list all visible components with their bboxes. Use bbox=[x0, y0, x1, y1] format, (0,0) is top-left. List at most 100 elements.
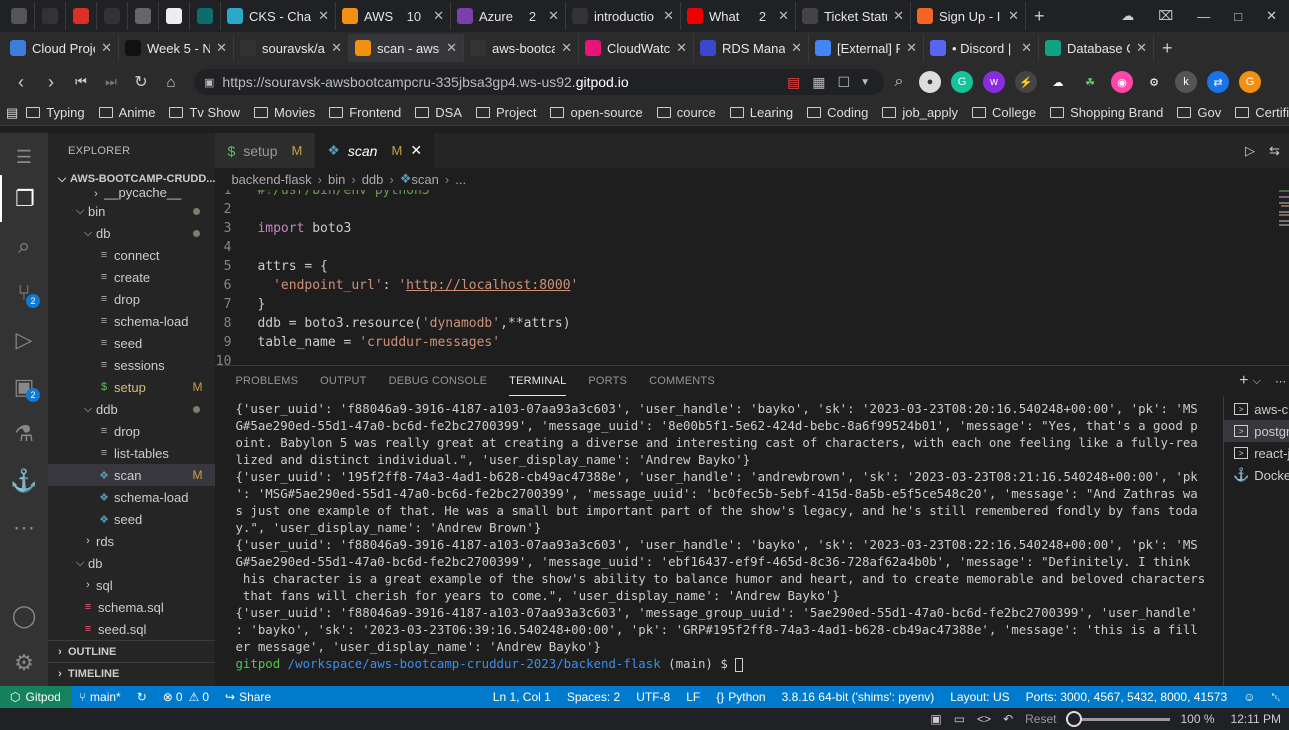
breadcrumb-item[interactable]: scan bbox=[411, 172, 438, 187]
testing-icon[interactable]: ⚗ bbox=[0, 410, 48, 457]
bookmark-folder[interactable]: open-source bbox=[550, 105, 643, 120]
bookmark-icon[interactable]: ☐ bbox=[838, 74, 851, 91]
tree-item-seed[interactable]: ≡ seed bbox=[48, 332, 215, 354]
browser-tab[interactable]: Ticket Statu ✕ bbox=[796, 2, 911, 30]
maximize-icon[interactable]: □ bbox=[1234, 9, 1242, 24]
close-icon[interactable]: ✕ bbox=[893, 8, 904, 24]
menu-icon[interactable]: ☰ bbox=[0, 139, 48, 175]
problems-status[interactable]: ⊗ 0 ⚠ 0 bbox=[155, 690, 217, 704]
breadcrumb-item[interactable]: bin bbox=[328, 172, 345, 187]
python-interpreter[interactable]: 3.8.16 64-bit ('shims': pyenv) bbox=[774, 690, 943, 704]
tab-problems[interactable]: PROBLEMS bbox=[235, 366, 298, 396]
tab-terminal[interactable]: TERMINAL bbox=[509, 366, 567, 396]
extension-g-icon[interactable]: G bbox=[1239, 71, 1261, 93]
share-button[interactable]: ↪ Share bbox=[217, 690, 279, 704]
qr-icon[interactable]: ▦ bbox=[812, 74, 825, 91]
tree-item-sessions[interactable]: ≡ sessions bbox=[48, 354, 215, 376]
grammarly-icon[interactable]: G bbox=[951, 71, 973, 93]
home-icon[interactable]: ⌂ bbox=[156, 74, 186, 91]
extension-bolt-icon[interactable]: ⚡ bbox=[1015, 71, 1037, 93]
close-icon[interactable]: ✕ bbox=[778, 8, 789, 24]
more-icon[interactable]: ⋯ bbox=[0, 504, 48, 551]
browser-tab[interactable]: Database Co ✕ bbox=[1039, 34, 1154, 62]
ports-status[interactable]: Ports: 3000, 4567, 5432, 8000, 41573 bbox=[1018, 690, 1236, 704]
compare-icon[interactable]: ⇆ bbox=[1269, 143, 1280, 159]
code-icon[interactable]: <> bbox=[977, 712, 991, 726]
skip-back-icon[interactable]: ⏮ bbox=[66, 74, 96, 90]
trash-icon[interactable]: ⌧ bbox=[1158, 8, 1173, 24]
window-icon[interactable]: ▭ bbox=[954, 712, 965, 726]
terminal-output[interactable]: {'user_uuid': 'f88046a9-3916-4187-a103-0… bbox=[215, 396, 1223, 686]
run-debug-icon[interactable]: ▷ bbox=[0, 316, 48, 363]
sync-icon[interactable]: ↻ bbox=[129, 690, 155, 704]
zoom-slider-handle[interactable] bbox=[1066, 710, 1083, 727]
code-editor[interactable]: 1 #!/usr/bin/env python3 2 3 import boto3 4 5 a… bbox=[215, 190, 1289, 365]
run-icon[interactable]: ▷ bbox=[1245, 143, 1255, 159]
tab-debug-console[interactable]: DEBUG CONSOLE bbox=[389, 366, 488, 396]
reset-button[interactable]: Reset bbox=[1025, 712, 1056, 726]
docker-icon[interactable]: ⚓ bbox=[0, 457, 48, 504]
zoom-slider[interactable] bbox=[1066, 710, 1171, 727]
browser-tab[interactable] bbox=[35, 2, 66, 30]
extension-leaf-icon[interactable]: ☘ bbox=[1079, 71, 1101, 93]
bookmark-folder[interactable]: Shopping Brand bbox=[1050, 105, 1163, 120]
close-icon[interactable]: ✕ bbox=[791, 40, 802, 56]
eol[interactable]: LF bbox=[678, 690, 708, 704]
tree-item-scan[interactable]: ❖ scan M bbox=[48, 464, 216, 486]
keyboard-layout[interactable]: Layout: US bbox=[942, 690, 1017, 704]
close-icon[interactable]: ✕ bbox=[101, 40, 112, 56]
more-actions-icon[interactable]: ⋯ bbox=[1275, 375, 1286, 388]
tree-item--pycache-[interactable]: › __pycache__ bbox=[48, 186, 215, 200]
indentation[interactable]: Spaces: 2 bbox=[559, 690, 628, 704]
tree-item-drop[interactable]: ≡ drop bbox=[48, 420, 215, 442]
bookmark-folder[interactable]: Learing bbox=[729, 105, 793, 120]
browser-tab[interactable]: • Discord | C ✕ bbox=[924, 34, 1039, 62]
search-icon[interactable]: ⌕ bbox=[884, 73, 914, 91]
close-icon[interactable]: ✕ bbox=[433, 8, 444, 24]
extension-translate-icon[interactable]: ⇄ bbox=[1207, 71, 1229, 93]
terminal-instance[interactable]: > react-js: bash bbox=[1224, 442, 1289, 464]
dropdown-icon[interactable]: ▼ bbox=[860, 77, 870, 88]
source-control-icon[interactable]: ⑂ 2 bbox=[0, 269, 48, 316]
cursor-position[interactable]: Ln 1, Col 1 bbox=[485, 690, 559, 704]
browser-tab[interactable]: Cloud Proje ✕ bbox=[4, 34, 119, 62]
accounts-icon[interactable]: ◯ bbox=[0, 592, 48, 639]
forward-icon[interactable]: › bbox=[36, 72, 66, 93]
search-icon[interactable]: ⌕ bbox=[0, 222, 48, 269]
terminal-instance[interactable]: > postgres: bash bbox=[1224, 420, 1289, 442]
browser-tab[interactable] bbox=[128, 2, 159, 30]
bookmark-folder[interactable]: Coding bbox=[807, 105, 868, 120]
notifications-icon[interactable]: ␇ bbox=[1263, 690, 1289, 705]
feedback-icon[interactable]: ☺ bbox=[1235, 690, 1263, 704]
breadcrumb-item[interactable]: ... bbox=[455, 172, 466, 187]
language-mode[interactable]: {} Python bbox=[708, 690, 773, 704]
browser-tab[interactable]: AWS 10 ✕ bbox=[336, 2, 451, 30]
close-icon[interactable]: ✕ bbox=[676, 40, 687, 56]
url-field[interactable]: ▣ https://souravsk-awsbootcampcru-335jbs… bbox=[194, 69, 884, 95]
reload-icon[interactable]: ↻ bbox=[126, 72, 156, 92]
tree-item-db[interactable]: ⌵ db bbox=[48, 222, 215, 244]
minimize-icon[interactable]: — bbox=[1197, 9, 1210, 24]
bookmark-folder[interactable]: Anime bbox=[98, 105, 155, 120]
close-icon[interactable]: ✕ bbox=[663, 8, 674, 24]
reading-list-icon[interactable]: ▤ bbox=[6, 105, 18, 121]
extension-color-icon[interactable]: ◉ bbox=[1111, 71, 1133, 93]
tab-scan[interactable]: ❖ scan M ✕ bbox=[315, 133, 436, 168]
gitpod-status[interactable]: ⬡ Gitpod bbox=[0, 686, 71, 708]
avatar[interactable]: ● bbox=[919, 71, 941, 93]
back-icon[interactable]: ‹ bbox=[6, 72, 36, 93]
explorer-icon[interactable]: ❐ bbox=[0, 175, 48, 222]
browser-tab[interactable] bbox=[4, 2, 35, 30]
extension-puzzle-icon[interactable]: ⚙ bbox=[1143, 71, 1165, 93]
close-icon[interactable]: ✕ bbox=[561, 40, 572, 56]
browser-tab[interactable]: What 2 ✕ bbox=[681, 2, 796, 30]
close-icon[interactable]: ✕ bbox=[906, 40, 917, 56]
close-icon[interactable]: ✕ bbox=[548, 8, 559, 24]
browser-tab[interactable] bbox=[190, 2, 221, 30]
bookmark-folder[interactable]: Movies bbox=[254, 105, 315, 120]
browser-tab[interactable]: Sign Up - I ✕ bbox=[911, 2, 1026, 30]
timeline-section[interactable]: › TIMELINE bbox=[48, 662, 216, 684]
bookmark-folder[interactable]: Certifications bbox=[1235, 105, 1289, 120]
extension-w-icon[interactable]: w bbox=[983, 71, 1005, 93]
bookmark-folder[interactable]: DSA bbox=[415, 105, 462, 120]
